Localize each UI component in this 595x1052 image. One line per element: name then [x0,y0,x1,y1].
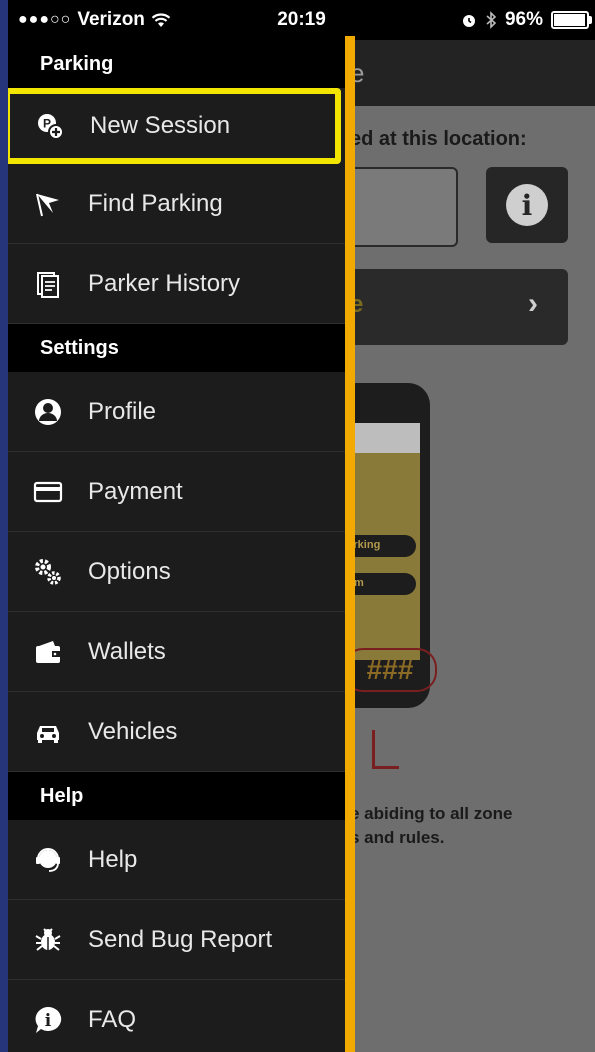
svg-text:i: i [45,1011,52,1031]
section-header-help: Help [8,772,345,820]
navigation-drawer: Parking P New Session Find Parking Parke… [8,40,345,1052]
menu-item-label: Options [88,557,171,585]
menu-item-label: Payment [88,477,183,505]
section-header-settings: Settings [8,324,345,372]
menu-item-label: Help [88,845,138,873]
history-icon [32,268,64,300]
battery-percent: 96% [504,9,543,30]
menu-item-label: FAQ [88,1005,137,1033]
menu-item-wallets[interactable]: Wallets [8,612,345,692]
status-bar: ●●●○○ Verizon 20:19 96% [8,0,595,40]
menu-item-label: Wallets [88,637,166,665]
gears-icon [32,556,64,588]
menu-item-label: Parker History [88,269,241,297]
card-icon [32,476,64,508]
profile-icon [32,396,64,428]
phone-screen: e ed at this location: i e › sport rtPar… [8,0,595,1052]
zone-info-button[interactable]: i [486,167,568,243]
menu-item-parker-history[interactable]: Parker History [8,244,345,324]
menu-item-vehicles[interactable]: Vehicles [8,692,345,772]
menu-item-label: Send Bug Report [88,925,273,953]
callout-arrow [372,730,399,769]
menu-item-label: Find Parking [88,189,223,217]
bug-icon [32,924,64,956]
wallet-icon [32,636,64,668]
background-prompt: ed at this location: [350,128,527,150]
faq-info-icon: i [32,1004,64,1036]
menu-item-new-session[interactable]: P New Session [8,88,341,164]
menu-item-label: New Session [90,112,231,139]
plate-number-callout: ### [343,648,437,692]
drawer-edge-divider[interactable] [345,36,355,1052]
footnote-line: s and rules. [350,828,445,847]
menu-item-faq[interactable]: i FAQ [8,980,345,1052]
battery-level [554,14,585,26]
footnote-line: e abiding to all zone [350,804,513,823]
alarm-icon [462,15,475,27]
battery-icon [551,11,592,29]
menu-item-options[interactable]: Options [8,532,345,612]
car-icon [32,716,64,748]
background-footnote: e abiding to all zone s and rules. [350,802,512,850]
info-icon: i [506,184,548,226]
menu-item-payment[interactable]: Payment [8,452,345,532]
chevron-right-icon: › [528,287,538,320]
menu-item-find-parking[interactable]: Find Parking [8,164,345,244]
bluetooth-icon [486,11,497,29]
menu-item-profile[interactable]: Profile [8,372,345,452]
menu-item-label: Profile [88,397,157,425]
menu-item-send-bug-report[interactable]: Send Bug Report [8,900,345,980]
section-header-parking: Parking [8,40,345,88]
headset-icon [32,844,64,876]
menu-item-help[interactable]: Help [8,820,345,900]
new-session-icon: P [34,110,66,142]
menu-item-label: Vehicles [88,717,178,745]
flag-icon [32,188,64,220]
